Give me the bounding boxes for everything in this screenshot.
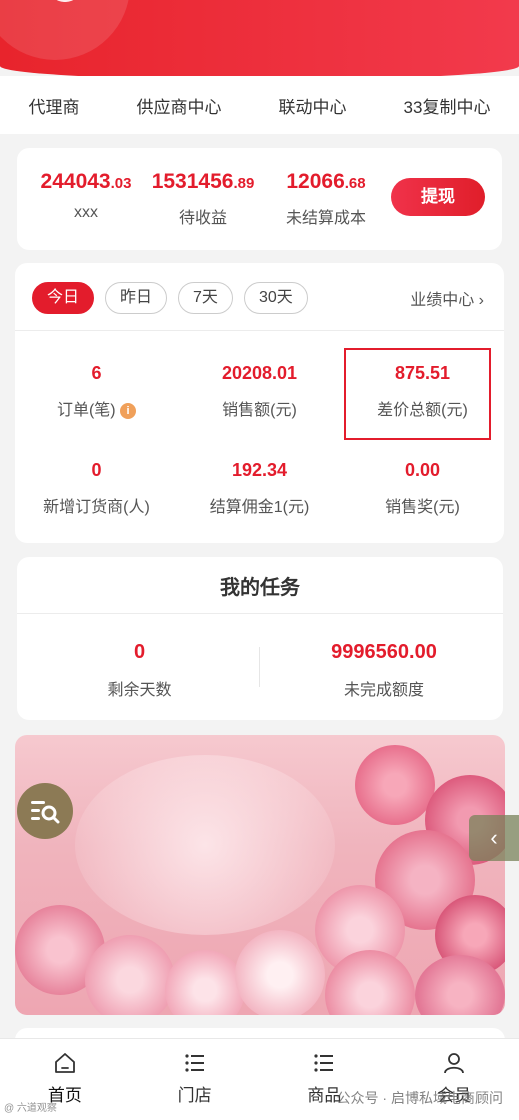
- stat-label: 新增订货商(人): [43, 499, 150, 516]
- divider: [259, 647, 260, 687]
- tab-30-days[interactable]: 30天: [243, 282, 308, 314]
- nav-item-agent[interactable]: 代理商: [29, 93, 80, 118]
- earning-item: 244043.03 xxx: [27, 170, 145, 222]
- stat-sales-bonus: 0.00 销售奖(元): [341, 460, 504, 517]
- task-card: 我的任务 0 剩余天数 9996560.00 未完成额度: [17, 557, 503, 720]
- list-icon: [185, 1054, 204, 1072]
- user-icon: [444, 1053, 465, 1074]
- stat-label: 结算佣金1(元): [209, 499, 310, 516]
- earning-label: 待收益: [178, 210, 227, 227]
- bottom-nav-store[interactable]: 门店: [130, 1039, 260, 1120]
- promo-banner[interactable]: [15, 735, 505, 1015]
- rose-image: [165, 950, 245, 1015]
- performance-center-link[interactable]: 业绩中心 ›: [410, 286, 484, 310]
- highlight-box: [344, 348, 491, 440]
- nav-item-linkage-center[interactable]: 联动中心: [279, 93, 347, 118]
- rose-image: [85, 935, 175, 1015]
- stat-orders: 6 订单(笔) i: [15, 363, 178, 420]
- earning-label: xxx: [74, 204, 98, 221]
- top-nav: 代理商 供应商中心 联动中心 33复制中心: [0, 76, 519, 134]
- task-title: 我的任务: [220, 577, 300, 599]
- earnings-card: 244043.03 xxx 1531456.89 待收益 12066.68 未结…: [17, 148, 502, 250]
- earning-item: 12066.68 未结算成本: [273, 170, 379, 228]
- task-unfinished-amount: 9996560.00 未完成额度: [279, 641, 489, 700]
- stat-new-dealers: 0 新增订货商(人): [15, 460, 178, 517]
- floating-search-button[interactable]: [17, 783, 73, 839]
- stat-value: 192.34: [231, 460, 288, 480]
- stat-value: 6: [91, 363, 102, 383]
- divider: [17, 613, 503, 614]
- period-tabs: 今日 昨日 7天 30天: [32, 282, 319, 314]
- earning-value: 1531456.89: [151, 170, 255, 193]
- stat-label: 销售额(元): [222, 402, 297, 419]
- stat-sales: 20208.01 销售额(元): [178, 363, 341, 420]
- task-value: 0: [133, 641, 146, 663]
- tab-yesterday[interactable]: 昨日: [105, 282, 168, 314]
- stat-commission: 192.34 结算佣金1(元): [178, 460, 341, 517]
- info-icon[interactable]: i: [120, 403, 137, 419]
- rose-image: [235, 930, 325, 1015]
- nav-item-copy-center[interactable]: 33复制中心: [404, 93, 491, 118]
- tab-today[interactable]: 今日: [32, 282, 95, 314]
- divider: [15, 330, 504, 331]
- watermark: 公众号 · 启博私域电商顾问: [336, 1090, 503, 1106]
- task-value: 9996560.00: [331, 641, 437, 663]
- side-collapse-arrow[interactable]: ‹: [469, 815, 519, 861]
- earning-value: 244043.03: [40, 170, 132, 193]
- watermark-left: @ 六道观察: [4, 1103, 57, 1114]
- stats-card: 今日 昨日 7天 30天 业绩中心 › 6 订单(笔) i 20208.01 销…: [15, 263, 504, 543]
- header-decoration: [0, 0, 130, 60]
- bottom-nav-label: 门店: [177, 1086, 212, 1105]
- tab-7-days[interactable]: 7天: [178, 282, 233, 314]
- stat-label: 销售奖(元): [385, 499, 460, 516]
- earning-value: 12066.68: [286, 170, 366, 193]
- earning-label: 未结算成本: [285, 210, 366, 227]
- task-label: 未完成额度: [343, 682, 424, 699]
- search-list-icon: [31, 801, 60, 824]
- list-icon: [314, 1054, 334, 1072]
- task-label: 剩余天数: [107, 682, 172, 699]
- stat-value: 0.00: [404, 460, 441, 480]
- task-remaining-days: 0 剩余天数: [37, 641, 242, 700]
- home-icon: [54, 1053, 75, 1073]
- stat-label: 订单(笔) i: [15, 396, 178, 420]
- withdraw-button[interactable]: 提现: [391, 178, 485, 216]
- earning-item: 1531456.89 待收益: [143, 170, 263, 228]
- stat-value: 20208.01: [221, 363, 298, 383]
- banner-glow: [75, 755, 335, 935]
- header-banner: [0, 0, 519, 80]
- nav-item-supplier-center[interactable]: 供应商中心: [137, 93, 222, 118]
- rose-image: [355, 745, 435, 825]
- stat-value: 0: [91, 460, 102, 480]
